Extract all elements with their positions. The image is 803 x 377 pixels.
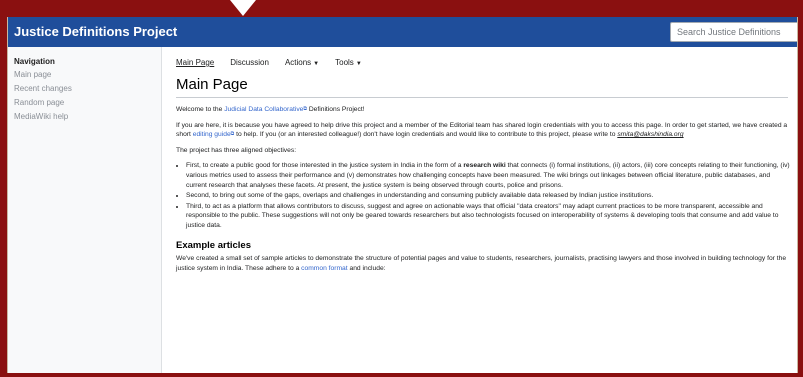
objective-text: First, to create a public good for those…	[186, 162, 464, 170]
browser-page: Justice Definitions Project Navigation M…	[7, 17, 798, 373]
tab-actions[interactable]: Actions ▼	[285, 58, 319, 67]
chevron-down-icon: ▼	[313, 61, 320, 67]
example-text-end: and include:	[347, 264, 386, 272]
welcome-text-end: Definitions Project!	[306, 106, 365, 113]
article-body: Welcome to the Judicial Data Collaborati…	[176, 105, 790, 279]
sidebar-heading: Navigation	[14, 57, 55, 66]
objectives-intro: The project has three aligned objectives…	[176, 146, 297, 154]
objectives-list: First, to create a public good for those…	[176, 161, 790, 230]
tab-actions-label: Actions	[284, 58, 312, 67]
sidebar-item-recent-changes[interactable]: Recent changes	[14, 84, 154, 93]
title-divider	[176, 97, 788, 98]
sidebar-item-random-page[interactable]: Random page	[14, 98, 154, 107]
sidebar-item-main-page[interactable]: Main page	[14, 70, 154, 79]
chevron-down-icon: ▼	[355, 61, 362, 67]
common-format-link[interactable]: common format	[301, 265, 347, 272]
objective-bold: research wiki	[463, 162, 506, 170]
list-item: Second, to bring out some of the gaps, o…	[186, 191, 790, 201]
site-header: Justice Definitions Project	[8, 17, 797, 47]
sidebar-item-mediawiki-help[interactable]: MediaWiki help	[14, 112, 154, 121]
search-input[interactable]	[670, 22, 797, 42]
editing-guide-link[interactable]: editing guide	[193, 131, 231, 138]
judicial-data-collaborative-link[interactable]: Judicial Data Collaborative	[224, 106, 303, 113]
tab-discussion[interactable]: Discussion	[230, 58, 269, 67]
intro-text-cont: to help. If you (or an interested collea…	[234, 131, 618, 139]
list-item: First, to create a public good for those…	[186, 161, 790, 190]
tab-tools[interactable]: Tools ▼	[335, 58, 362, 67]
main-content: Main Page Discussion Actions ▼ Tools ▼ Mai…	[161, 47, 797, 373]
site-title[interactable]: Justice Definitions Project	[14, 24, 177, 39]
email-link[interactable]: smita@dakshindia.org	[617, 131, 683, 138]
page-tabs: Main Page Discussion Actions ▼ Tools ▼	[176, 58, 362, 67]
example-text: We've created a small set of sample arti…	[176, 255, 787, 272]
example-paragraph: We've created a small set of sample arti…	[176, 254, 790, 273]
tab-tools-label: Tools	[335, 58, 354, 67]
page-title: Main Page	[176, 76, 248, 93]
intro-paragraph: If you are here, it is because you have …	[176, 121, 790, 140]
example-articles-heading: Example articles	[176, 239, 251, 251]
welcome-text: Welcome to the	[176, 106, 225, 113]
sidebar-navigation: Navigation Main page Recent changes Rand…	[14, 57, 154, 126]
top-indicator-notch	[230, 0, 256, 16]
tab-main-page[interactable]: Main Page	[176, 58, 214, 67]
list-item: Third, to act as a platform that allows …	[186, 202, 790, 231]
welcome-paragraph: Welcome to the Judicial Data Collaborati…	[176, 105, 790, 115]
